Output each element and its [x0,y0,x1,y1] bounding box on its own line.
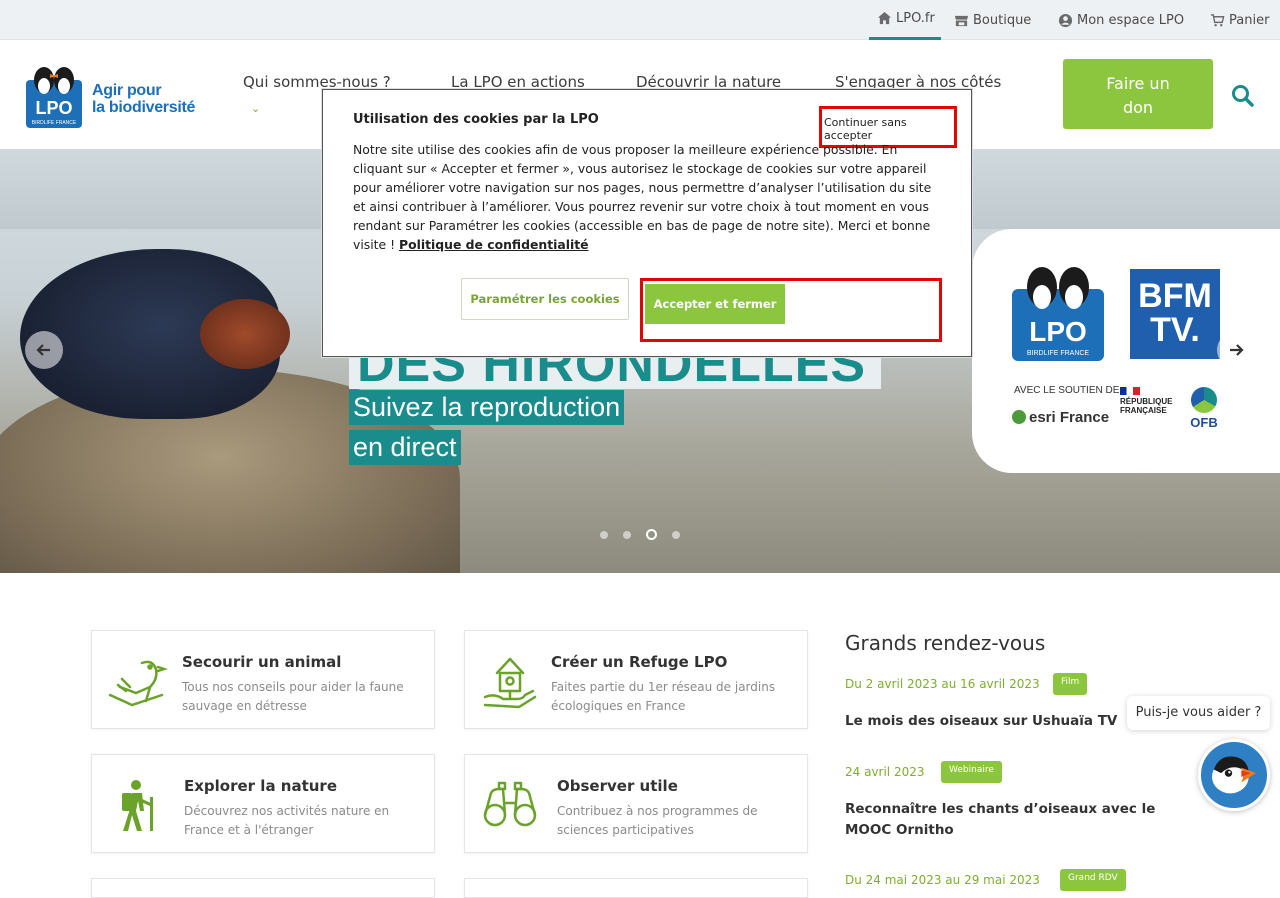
events-section-title: Grands rendez-vous [845,631,1046,655]
event-title-link[interactable]: Reconnaître les chants d’oiseaux avec le… [845,799,1205,841]
event-date: 24 avril 2023 [845,765,925,779]
donate-label-line2: don [1122,98,1154,117]
arrow-left-icon [36,344,50,356]
logo-tagline-line1: Agir pour [92,82,162,99]
partner-lpo-logo: LPO BIRDLIFE FRANCE [1012,267,1104,361]
topbar-link-espace[interactable]: Mon espace LPO [1058,0,1184,40]
card-title: Secourir un animal [182,653,342,671]
topbar-link-label: Panier [1229,12,1270,28]
french-flag-icon [1120,387,1140,395]
binoculars-icon [483,781,537,827]
donate-label-line1: Faire un [1106,74,1170,93]
card-secourir-animal[interactable]: Secourir un animal Tous nos conseils pou… [91,630,435,729]
card-explorer-nature[interactable]: Explorer la nature Découvrez nos activit… [91,754,435,853]
lpo-puffin-logo: LPO BIRDLIFE FRANCE [26,67,82,128]
cookie-dialog-body: Notre site utilise des cookies afin de v… [353,140,943,254]
card-title: Créer un Refuge LPO [551,653,728,671]
partner-esri-logo: esri France [1012,409,1109,426]
accept-and-close-button[interactable]: Accepter et fermer [645,284,785,324]
partner-lpo-subtext: BIRDLIFE FRANCE [1027,350,1090,357]
card-description: Tous nos conseils pour aider la faune sa… [182,680,404,713]
logo-text: LPO [35,98,72,118]
arrow-right-icon [1230,344,1244,356]
carousel-dot-active[interactable] [646,529,657,540]
card-observer-utile[interactable]: Observer utile Contribuez à nos programm… [464,754,808,853]
topbar-link-label: Boutique [973,12,1032,28]
carousel-dot[interactable] [623,530,631,539]
event-badge: Webinaire [941,761,1002,783]
chevron-down-icon[interactable]: ⌄ [251,102,260,115]
topbar-link-lpo[interactable]: LPO.fr [869,0,941,40]
birdhouse-hand-icon [483,657,537,709]
privacy-policy-link[interactable]: Politique de confidentialité [399,237,589,252]
event-date: Du 24 mai 2023 au 29 mai 2023 [845,873,1040,887]
topbar-link-panier[interactable]: Panier [1210,0,1269,40]
card-partial[interactable] [464,878,808,898]
puffin-mascot-icon [1212,756,1256,794]
event-badge: Grand RDV [1060,869,1126,891]
card-description: Contribuez à nos programmes de sciences … [557,804,758,837]
partner-republique-logo: RÉPUBLIQUE FRANÇAISE [1120,387,1172,415]
search-icon[interactable] [1230,83,1256,109]
globe-icon [1012,410,1026,424]
hiker-icon [122,780,153,831]
carousel-pagination [600,529,680,540]
chat-assistant-button[interactable] [1198,739,1270,811]
logo-subtext: BIRDLIFE FRANCE [32,120,77,126]
cookie-dialog-title: Utilisation des cookies par la LPO [353,112,599,127]
card-title: Explorer la nature [184,777,338,795]
card-partial[interactable] [91,878,435,898]
hero-subtitle-line2: en direct [349,430,461,465]
home-icon [877,11,892,25]
logo-tagline: Agir pour la biodiversité [92,82,195,116]
carousel-dot[interactable] [600,530,608,539]
hero-swallow-throat [200,299,290,369]
bfm-line2: TV. [1150,311,1200,349]
partner-ofb-logo: OFB [1187,387,1221,433]
card-description: Découvrez nos activités nature en France… [184,804,390,837]
hero-subtitle-line1: Suivez la reproduction [349,390,625,425]
carousel-next-button[interactable] [1217,331,1255,369]
event-badge: Film [1053,673,1088,695]
cookie-consent-dialog: Utilisation des cookies par la LPO Conti… [322,89,972,357]
cookie-dialog-body-text: Notre site utilise des cookies afin de v… [353,142,932,252]
esri-text: esri France [1029,409,1110,426]
logo-tagline-line2: la biodiversité [92,99,196,116]
rf-line1: RÉPUBLIQUE [1120,397,1173,406]
cookie-settings-button[interactable]: Paramétrer les cookies [461,278,629,320]
card-refuge-lpo[interactable]: Créer un Refuge LPO Faites partie du 1er… [464,630,808,729]
carousel-dot[interactable] [672,530,680,539]
donate-button[interactable]: Faire un don [1063,59,1213,129]
bird-rescue-icon [108,660,168,707]
utility-bar: LPO.fr Boutique Mon espace LPO Panier [0,0,1280,40]
topbar-link-boutique[interactable]: Boutique [954,0,1031,40]
event-date: Du 2 avril 2023 au 16 avril 2023 [845,677,1040,691]
partner-bfmtv-logo: BFM TV. [1130,269,1220,359]
ofb-emblem-icon [1191,387,1217,413]
partner-lpo-text: LPO [1029,316,1087,347]
carousel-prev-button[interactable] [25,331,63,369]
cart-icon [1210,13,1225,26]
card-description: Faites partie du 1er réseau de jardins é… [551,680,776,713]
user-circle-icon [1058,13,1073,27]
site-logo[interactable]: LPO BIRDLIFE FRANCE Agir pour la biodive… [26,62,206,128]
topbar-link-label: Mon espace LPO [1077,12,1185,28]
ofb-text: OFB [1190,415,1218,430]
card-title: Observer utile [557,777,678,795]
partner-support-label: AVEC LE SOUTIEN DE [1014,385,1120,396]
chat-help-bubble[interactable]: Puis-je vous aider ? [1127,696,1270,730]
bfm-line1: BFM [1138,277,1212,315]
rf-line2: FRANÇAISE [1120,406,1167,415]
store-icon [954,15,969,26]
topbar-link-label: LPO.fr [896,11,935,26]
